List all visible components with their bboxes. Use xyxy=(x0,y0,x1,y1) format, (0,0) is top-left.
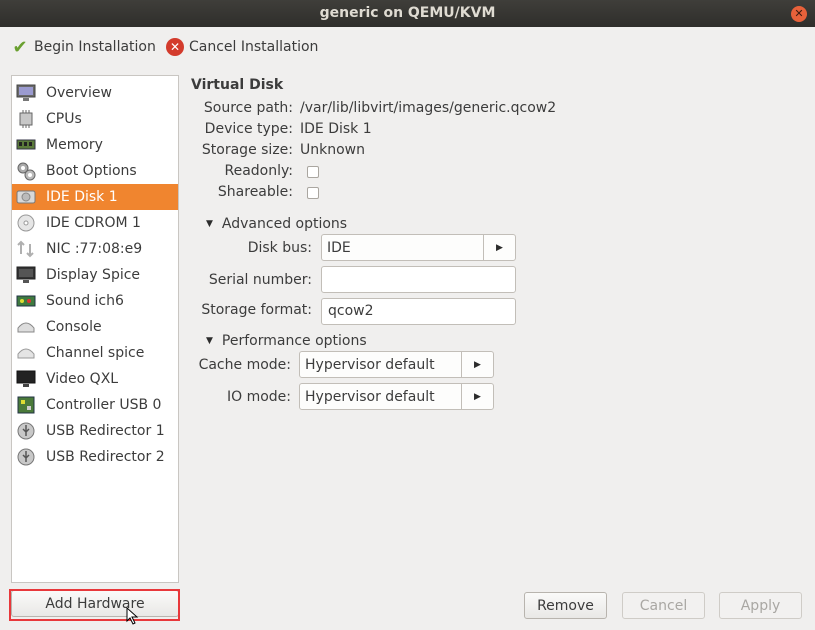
channel-icon xyxy=(15,342,37,364)
gears-icon xyxy=(15,160,37,182)
storage-size-label: Storage size: xyxy=(201,142,293,158)
monitor-icon xyxy=(15,82,37,104)
sidebar-item-label: Display Spice xyxy=(46,267,141,283)
advanced-options-label: Advanced options xyxy=(221,216,348,232)
begin-installation-button[interactable]: ✔ Begin Installation xyxy=(10,35,156,59)
disk-bus-value: IDE xyxy=(327,239,351,256)
sound-card-icon xyxy=(15,290,37,312)
usb-icon xyxy=(15,420,37,442)
source-path-label: Source path: xyxy=(203,100,293,116)
storage-format-label: Storage format: xyxy=(201,302,312,318)
close-icon[interactable]: ✕ xyxy=(791,6,807,22)
cache-mode-value: Hypervisor default xyxy=(305,356,435,373)
sidebar-item-label: Overview xyxy=(46,85,112,101)
apply-button[interactable]: Apply xyxy=(719,592,802,619)
device-type-label: Device type: xyxy=(204,121,293,137)
disk-bus-select[interactable]: IDE ▶ xyxy=(321,234,516,261)
window-titlebar: generic on QEMU/KVM ✕ xyxy=(0,0,815,27)
sidebar-item-boot-options[interactable]: Boot Options xyxy=(12,158,178,184)
sidebar-item-overview[interactable]: Overview xyxy=(12,80,178,106)
cache-mode-select[interactable]: Hypervisor default ▶ xyxy=(299,351,494,378)
advanced-options-expander[interactable]: ▼ Advanced options xyxy=(206,216,347,232)
video-icon xyxy=(15,368,37,390)
sidebar-item-label: Video QXL xyxy=(46,371,119,387)
sidebar-item-memory[interactable]: Memory xyxy=(12,132,178,158)
sidebar-item-label: USB Redirector 2 xyxy=(46,449,165,465)
serial-number-input[interactable] xyxy=(321,266,516,293)
hardware-list: Overview CPUs Memory Boot Options IDE Di… xyxy=(11,75,179,583)
sidebar-item-label: Sound ich6 xyxy=(46,293,124,309)
sidebar-item-display-spice[interactable]: Display Spice xyxy=(12,262,178,288)
io-mode-label: IO mode: xyxy=(226,389,291,405)
add-hardware-highlight xyxy=(9,589,180,621)
usb-icon xyxy=(15,446,37,468)
readonly-label: Readonly: xyxy=(224,163,294,179)
sidebar-item-usb-redirector-2[interactable]: USB Redirector 2 xyxy=(12,444,178,470)
sidebar-item-label: Channel spice xyxy=(46,345,145,361)
network-icon xyxy=(15,238,37,260)
disk-icon xyxy=(15,186,37,208)
toolbar: ✔ Begin Installation ✕ Cancel Installati… xyxy=(0,27,815,67)
cancel-installation-label: Cancel Installation xyxy=(189,39,319,55)
sidebar-item-label: NIC :77:08:e9 xyxy=(46,241,143,257)
dropdown-arrow-icon: ▶ xyxy=(483,235,515,260)
cdrom-icon xyxy=(15,212,37,234)
remove-button[interactable]: Remove xyxy=(524,592,607,619)
sidebar-item-controller-usb-0[interactable]: Controller USB 0 xyxy=(12,392,178,418)
virtual-disk-heading: Virtual Disk xyxy=(191,77,284,93)
sidebar-item-label: IDE Disk 1 xyxy=(46,189,118,205)
dropdown-arrow-icon: ▶ xyxy=(461,352,493,377)
sidebar-item-nic[interactable]: NIC :77:08:e9 xyxy=(12,236,178,262)
sidebar-item-ide-disk-1[interactable]: IDE Disk 1 xyxy=(12,184,178,210)
shareable-checkbox[interactable] xyxy=(307,187,319,199)
sidebar-item-cpus[interactable]: CPUs xyxy=(12,106,178,132)
cancel-button[interactable]: Cancel xyxy=(622,592,705,619)
storage-size-value: Unknown xyxy=(300,142,365,158)
dropdown-arrow-icon: ▶ xyxy=(461,384,493,409)
cancel-icon-wrap: ✕ xyxy=(165,37,185,57)
readonly-checkbox[interactable] xyxy=(307,166,319,178)
sidebar-item-label: Memory xyxy=(46,137,103,153)
details-window: ✔ Begin Installation ✕ Cancel Installati… xyxy=(0,27,815,630)
window-title: generic on QEMU/KVM xyxy=(319,5,496,21)
expander-down-icon: ▼ xyxy=(206,219,213,229)
sidebar-item-label: CPUs xyxy=(46,111,82,127)
memory-icon xyxy=(15,134,37,156)
source-path-value: /var/lib/libvirt/images/generic.qcow2 xyxy=(300,100,557,116)
sidebar-item-label: Controller USB 0 xyxy=(46,397,162,413)
sidebar-item-label: Console xyxy=(46,319,102,335)
sidebar-item-sound[interactable]: Sound ich6 xyxy=(12,288,178,314)
device-type-value: IDE Disk 1 xyxy=(300,121,372,137)
cpu-icon xyxy=(15,108,37,130)
sidebar-item-label: IDE CDROM 1 xyxy=(46,215,141,231)
cache-mode-label: Cache mode: xyxy=(198,357,291,373)
sidebar-item-ide-cdrom-1[interactable]: IDE CDROM 1 xyxy=(12,210,178,236)
sidebar-item-label: USB Redirector 1 xyxy=(46,423,165,439)
io-mode-value: Hypervisor default xyxy=(305,388,435,405)
disk-bus-label: Disk bus: xyxy=(247,240,312,256)
storage-format-input[interactable]: qcow2 xyxy=(321,298,516,325)
mouse-cursor-icon xyxy=(126,607,139,625)
sidebar-item-label: Boot Options xyxy=(46,163,137,179)
performance-options-expander[interactable]: ▼ Performance options xyxy=(206,333,367,349)
performance-options-label: Performance options xyxy=(221,333,367,349)
serial-number-label: Serial number: xyxy=(208,272,312,288)
display-icon xyxy=(15,264,37,286)
expander-down-icon: ▼ xyxy=(206,336,213,346)
begin-installation-label: Begin Installation xyxy=(34,39,156,55)
sidebar-item-channel-spice[interactable]: Channel spice xyxy=(12,340,178,366)
cancel-icon: ✕ xyxy=(166,38,184,56)
io-mode-select[interactable]: Hypervisor default ▶ xyxy=(299,383,494,410)
sidebar-item-video-qxl[interactable]: Video QXL xyxy=(12,366,178,392)
console-icon xyxy=(15,316,37,338)
controller-icon xyxy=(15,394,37,416)
shareable-label: Shareable: xyxy=(217,184,293,200)
checkmark-icon: ✔ xyxy=(12,36,28,58)
cancel-installation-button[interactable]: ✕ Cancel Installation xyxy=(165,35,318,59)
sidebar-item-usb-redirector-1[interactable]: USB Redirector 1 xyxy=(12,418,178,444)
sidebar-item-console[interactable]: Console xyxy=(12,314,178,340)
